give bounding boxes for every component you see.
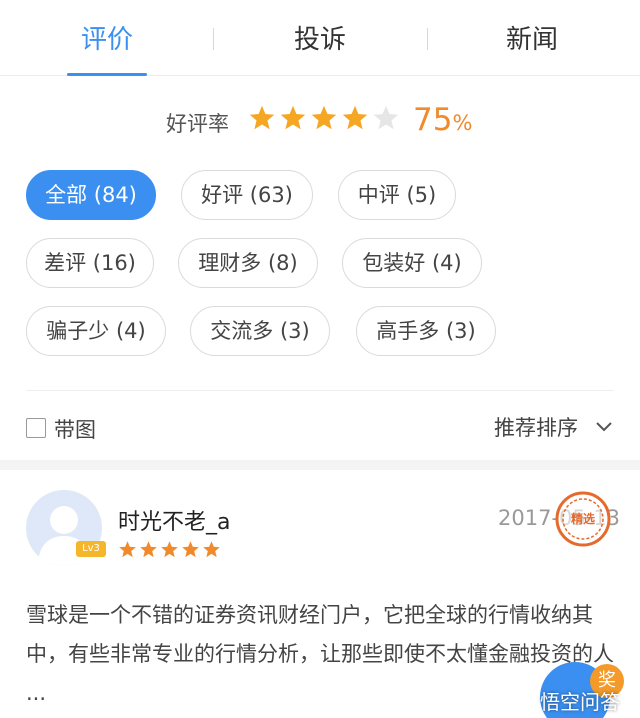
tab-news[interactable]: 新闻 <box>452 0 612 76</box>
with-image-label[interactable]: 带图 <box>54 414 96 444</box>
star-filled-icon <box>280 105 306 130</box>
section-gap <box>0 460 640 470</box>
tag-label: 全部 (84) <box>45 183 137 207</box>
tag-neutral[interactable]: 中评 (5) <box>338 170 456 220</box>
tab-reviews-label: 评价 <box>80 25 133 55</box>
star-filled-icon <box>342 105 368 130</box>
tag-positive[interactable]: 好评 (63) <box>181 170 313 220</box>
tag-all[interactable]: 全部 (84) <box>26 170 156 220</box>
tag-label: 包装好 (4) <box>362 251 462 275</box>
rating-summary: 好评率 75% <box>0 100 640 144</box>
tag-label: 理财多 (8) <box>198 251 298 275</box>
tag-label: 交流多 (3) <box>210 319 310 343</box>
divider <box>26 390 614 391</box>
tag-more-discussion[interactable]: 交流多 (3) <box>190 306 330 356</box>
tag-good-packaging[interactable]: 包装好 (4) <box>342 238 482 288</box>
sort-dropdown[interactable]: 推荐排序 <box>494 412 578 442</box>
chevron-down-icon[interactable] <box>594 417 614 437</box>
tag-label: 好评 (63) <box>201 183 293 207</box>
tab-complaints-label: 投诉 <box>293 25 346 55</box>
tag-label: 骗子少 (4) <box>46 319 146 343</box>
tab-complaints[interactable]: 投诉 <box>240 0 400 76</box>
tag-more-experts[interactable]: 高手多 (3) <box>356 306 496 356</box>
star-filled-icon <box>161 541 178 558</box>
rating-value: 75% <box>413 102 472 138</box>
level-badge: Lv3 <box>76 541 106 557</box>
tab-news-label: 新闻 <box>505 25 558 55</box>
tag-label: 高手多 (3) <box>376 319 476 343</box>
tab-bar: 评价 投诉 新闻 <box>0 0 640 76</box>
tag-negative[interactable]: 差评 (16) <box>26 238 154 288</box>
tag-more-finance[interactable]: 理财多 (8) <box>178 238 318 288</box>
watermark-text: 悟空问答 <box>540 690 620 714</box>
tab-separator <box>427 28 428 50</box>
with-image-checkbox[interactable] <box>26 418 46 438</box>
featured-stamp-label: 精选 <box>570 512 595 526</box>
active-tab-underline <box>67 73 147 76</box>
star-filled-icon <box>203 541 220 558</box>
rating-number: 75 <box>413 102 453 138</box>
star-filled-icon <box>249 105 275 130</box>
tab-separator <box>213 28 214 50</box>
review-username[interactable]: 时光不老_a <box>118 504 230 536</box>
review-text: 雪球是一个不错的证券资讯财经门户，它把全球的行情收纳其中，有些非常专业的行情分析… <box>26 603 614 705</box>
star-filled-icon <box>182 541 199 558</box>
tag-label: 中评 (5) <box>357 183 437 207</box>
star-empty-icon <box>373 105 399 130</box>
star-filled-icon <box>140 541 157 558</box>
rating-unit: % <box>452 111 473 135</box>
rating-label: 好评率 <box>166 112 229 136</box>
tab-reviews[interactable]: 评价 <box>27 0 187 76</box>
tag-label: 差评 (16) <box>44 251 136 275</box>
filter-row: 带图 推荐排序 <box>0 400 640 458</box>
star-filled-icon <box>311 105 337 130</box>
tag-fewer-scams[interactable]: 骗子少 (4) <box>26 306 166 356</box>
star-filled-icon <box>119 541 136 558</box>
